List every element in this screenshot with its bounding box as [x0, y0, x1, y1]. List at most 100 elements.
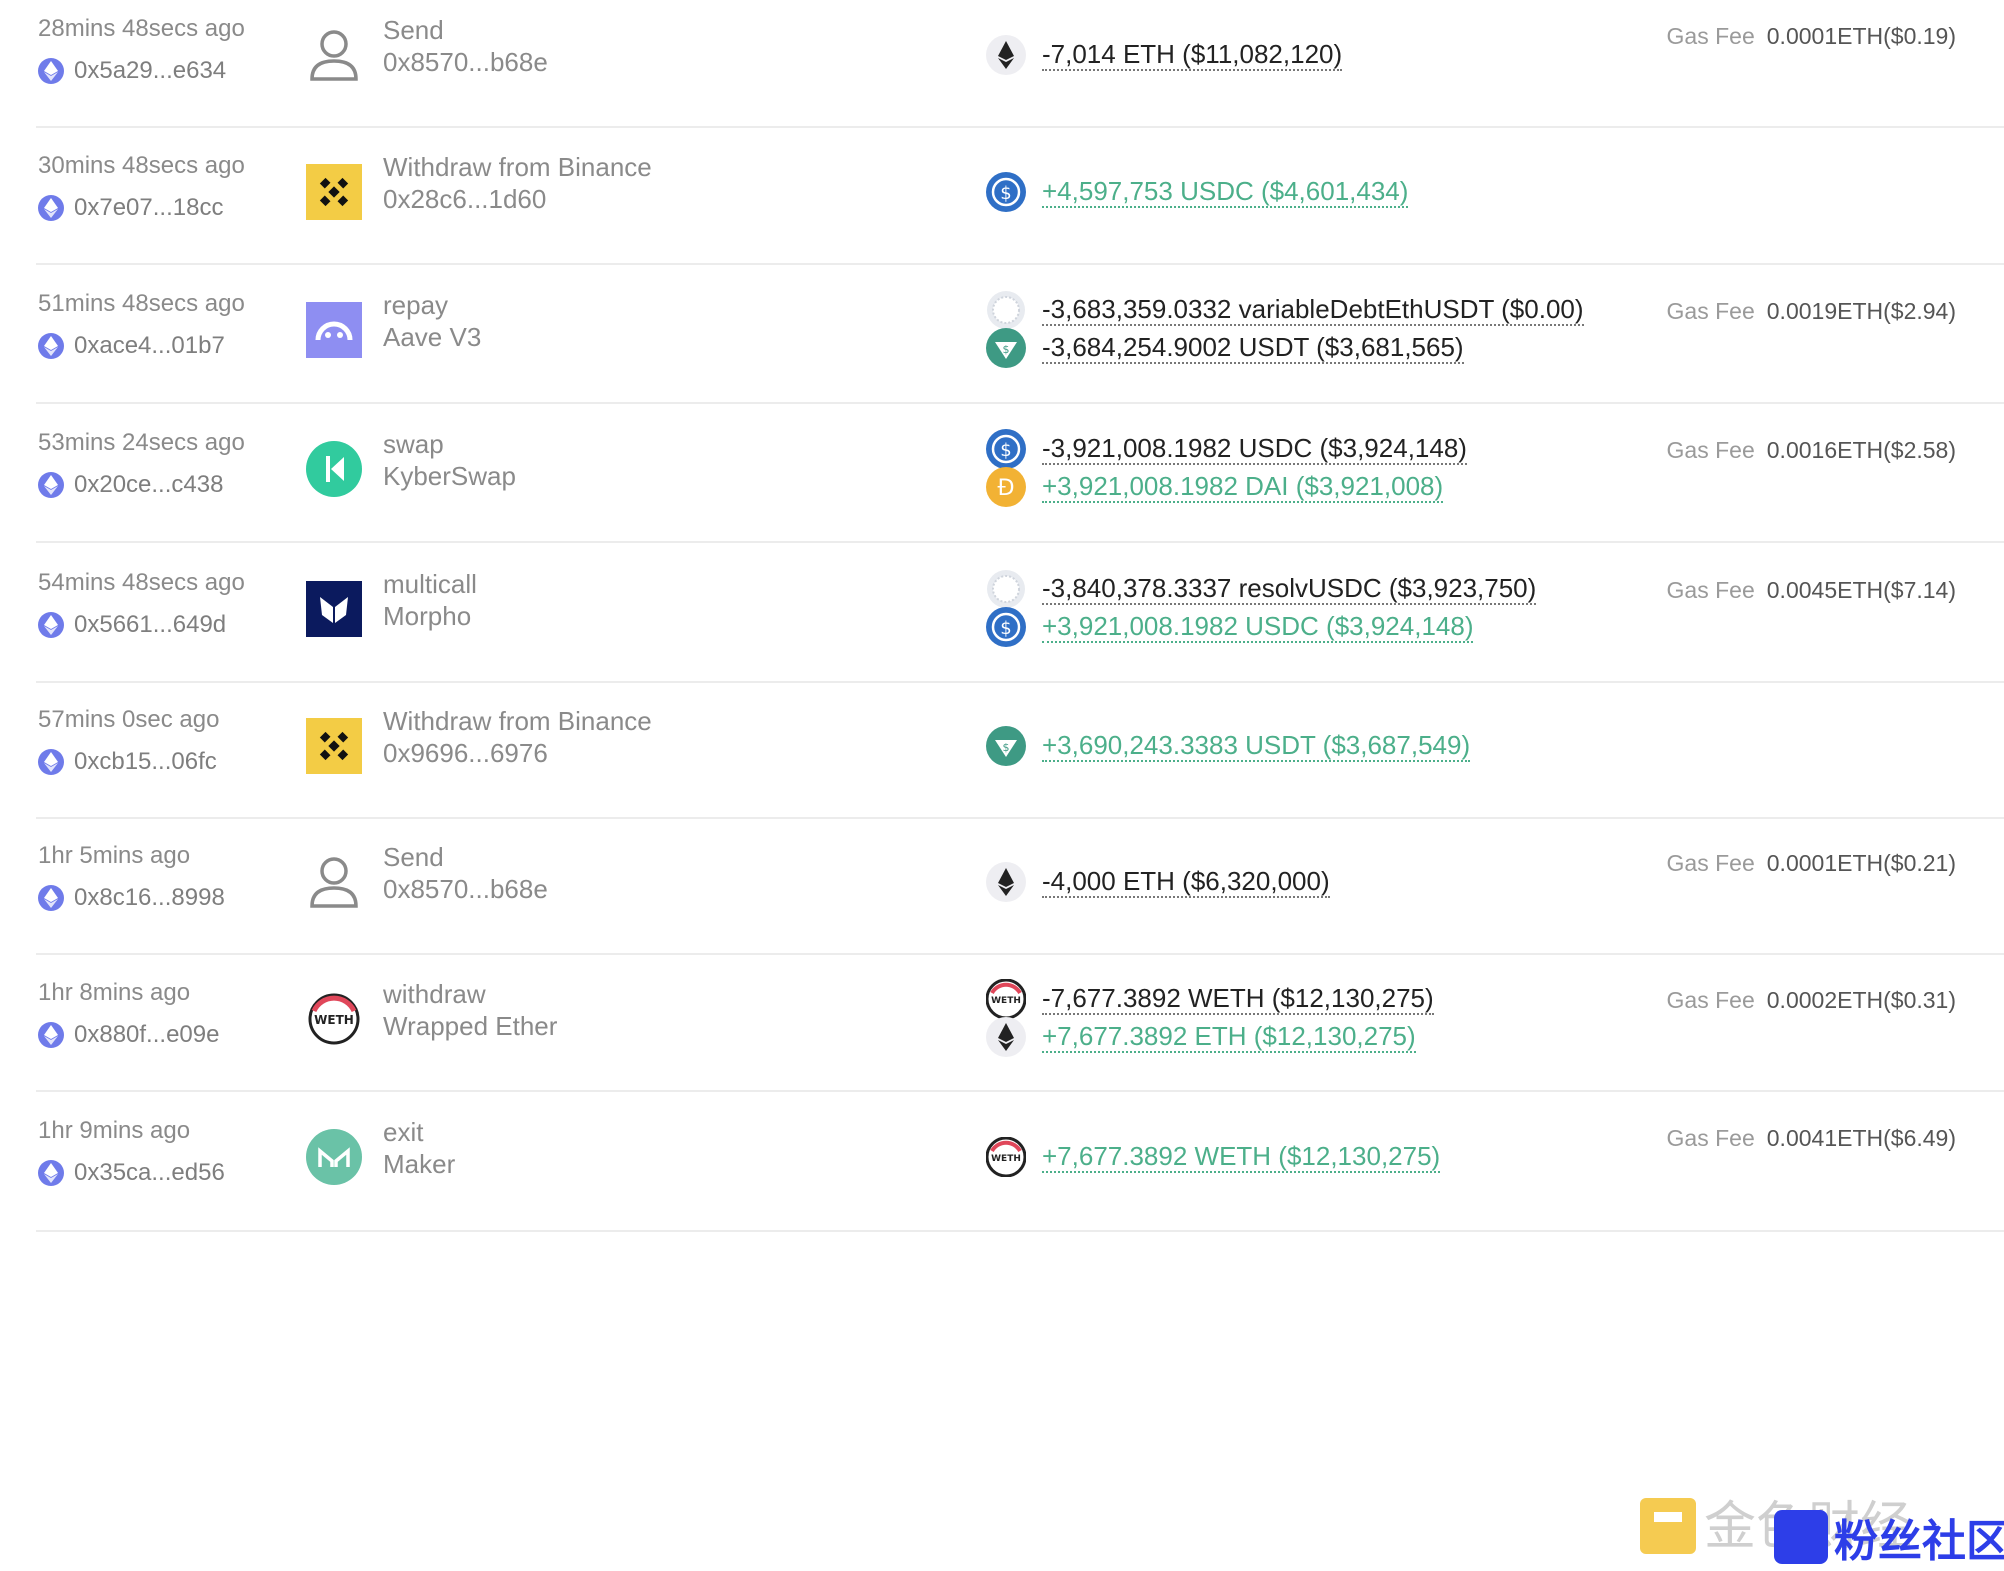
- tx-time: 1hr 5mins ago: [38, 842, 191, 869]
- tx-hash[interactable]: 0x880f...e09e: [74, 1021, 219, 1049]
- ethereum-chain-icon: [38, 885, 64, 911]
- asset-change[interactable]: $ +4,597,753 USDC ($4,601,434): [986, 171, 1409, 212]
- asset-change[interactable]: WETH +7,677.3892 WETH ($12,130,275): [986, 1137, 1441, 1177]
- tx-counterparty[interactable]: 0x8570...b68e: [383, 874, 548, 905]
- ethereum-chain-icon: [38, 471, 64, 498]
- usdc-icon: $: [986, 171, 1026, 212]
- asset-amount[interactable]: +7,677.3892 WETH ($12,130,275): [1042, 1141, 1441, 1173]
- tx-hash[interactable]: 0x35ca...ed56: [74, 1159, 225, 1187]
- asset-change[interactable]: $ +3,690,243.3383 USDT ($3,687,549): [986, 726, 1471, 766]
- usdt-icon: $: [986, 327, 1026, 368]
- asset-change[interactable]: $ -3,684,254.9002 USDT ($3,681,565): [986, 327, 1464, 368]
- ethereum-chain-icon: [38, 1160, 64, 1186]
- transaction-row[interactable]: 51mins 48secs ago 0xace4...01b7 repay Aa…: [36, 273, 2004, 404]
- gas-fee-value: 0.0001ETH($0.21): [1766, 850, 1956, 876]
- tx-hash-link[interactable]: 0x5a29...e634: [38, 57, 226, 85]
- svg-text:$: $: [1000, 440, 1011, 461]
- asset-amount[interactable]: -3,921,008.1982 USDC ($3,924,148): [1042, 433, 1467, 465]
- tx-hash-link[interactable]: 0xcb15...06fc: [38, 748, 217, 776]
- asset-change[interactable]: $ -3,921,008.1982 USDC ($3,924,148): [986, 428, 1467, 469]
- asset-change[interactable]: WETH -7,677.3892 WETH ($12,130,275): [986, 978, 1434, 1019]
- transaction-row[interactable]: 53mins 24secs ago 0x20ce...c438 swap Kyb…: [36, 412, 2004, 543]
- tx-hash[interactable]: 0x5a29...e634: [74, 57, 226, 85]
- tx-counterparty[interactable]: Wrapped Ether: [383, 1011, 557, 1042]
- usdt-icon: $: [986, 726, 1026, 766]
- asset-change[interactable]: +7,677.3892 ETH ($12,130,275): [986, 1016, 1416, 1057]
- gas-fee-label: Gas Fee: [1666, 986, 1755, 1013]
- asset-amount[interactable]: -3,840,378.3337 resolvUSDC ($3,923,750): [1042, 573, 1537, 605]
- tx-hash[interactable]: 0x5661...649d: [74, 611, 226, 639]
- tx-time: 1hr 9mins ago: [38, 1117, 191, 1144]
- tx-time: 57mins 0sec ago: [38, 706, 220, 733]
- weth-icon: WETH: [986, 1137, 1026, 1177]
- generic-token-icon: [986, 290, 1026, 330]
- tx-hash-link[interactable]: 0xace4...01b7: [38, 332, 225, 360]
- tx-time: 53mins 24secs ago: [38, 428, 245, 456]
- eth-icon: [986, 1016, 1026, 1057]
- asset-amount[interactable]: +7,677.3892 ETH ($12,130,275): [1042, 1021, 1416, 1053]
- asset-change[interactable]: $ +3,921,008.1982 USDC ($3,924,148): [986, 606, 1474, 647]
- asset-amount[interactable]: -3,684,254.9002 USDT ($3,681,565): [1042, 332, 1464, 364]
- tx-hash-link[interactable]: 0x7e07...18cc: [38, 194, 223, 222]
- asset-change[interactable]: -7,014 ETH ($11,082,120): [986, 35, 1343, 75]
- transaction-row[interactable]: 1hr 9mins ago 0x35ca...ed56 exit Maker W…: [36, 1100, 2004, 1232]
- tx-hash-link[interactable]: 0x35ca...ed56: [38, 1159, 225, 1187]
- tx-time: 1hr 8mins ago: [38, 978, 191, 1006]
- asset-amount[interactable]: +3,921,008.1982 USDC ($3,924,148): [1042, 611, 1474, 643]
- tx-counterparty[interactable]: Aave V3: [383, 322, 481, 353]
- transaction-row[interactable]: 28mins 48secs ago 0x5a29...e634 Send 0x8…: [36, 0, 2004, 128]
- tx-hash-link[interactable]: 0x5661...649d: [38, 611, 226, 639]
- tx-counterparty[interactable]: 0x8570...b68e: [383, 47, 548, 78]
- tx-hash[interactable]: 0x20ce...c438: [74, 471, 223, 499]
- tx-counterparty[interactable]: 0x28c6...1d60: [383, 184, 546, 215]
- asset-change[interactable]: -3,683,359.0332 variableDebtEthUSDT ($0.…: [986, 290, 1584, 330]
- transaction-row[interactable]: 1hr 5mins ago 0x8c16...8998 Send 0x8570.…: [36, 827, 2004, 955]
- asset-amount[interactable]: -7,014 ETH ($11,082,120): [1042, 39, 1343, 71]
- tx-hash-link[interactable]: 0x880f...e09e: [38, 1021, 219, 1049]
- ethereum-chain-icon: [38, 1021, 64, 1048]
- tx-counterparty[interactable]: Maker: [383, 1149, 455, 1180]
- asset-change[interactable]: -4,000 ETH ($6,320,000): [986, 862, 1330, 902]
- asset-amount[interactable]: -3,683,359.0332 variableDebtEthUSDT ($0.…: [1042, 294, 1584, 326]
- tx-hash[interactable]: 0x7e07...18cc: [74, 194, 223, 222]
- tx-action: exit: [383, 1117, 424, 1147]
- tx-hash[interactable]: 0xace4...01b7: [74, 332, 225, 360]
- asset-change[interactable]: Đ +3,921,008.1982 DAI ($3,921,008): [986, 466, 1444, 507]
- usdc-icon: $: [986, 428, 1026, 469]
- dai-icon: Đ: [986, 466, 1026, 507]
- tx-time: 28mins 48secs ago: [38, 15, 245, 42]
- asset-amount[interactable]: +4,597,753 USDC ($4,601,434): [1042, 176, 1409, 208]
- tx-hash-link[interactable]: 0x20ce...c438: [38, 471, 223, 499]
- tx-counterparty[interactable]: Morpho: [383, 601, 471, 632]
- tx-counterparty[interactable]: 0x9696...6976: [383, 738, 548, 769]
- asset-change[interactable]: -3,840,378.3337 resolvUSDC ($3,923,750): [986, 569, 1537, 609]
- asset-amount[interactable]: +3,690,243.3383 USDT ($3,687,549): [1042, 730, 1471, 762]
- weth-icon: WETH: [306, 991, 362, 1047]
- aave-icon: [306, 301, 362, 358]
- transaction-row[interactable]: 1hr 8mins ago 0x880f...e09e WETH withdra…: [36, 963, 2004, 1092]
- tx-action: Send: [383, 15, 444, 45]
- transaction-row[interactable]: 54mins 48secs ago 0x5661...649d multical…: [36, 552, 2004, 683]
- ethereum-chain-icon: [38, 194, 64, 221]
- ethereum-chain-icon: [38, 749, 64, 775]
- binance-icon: [306, 718, 362, 774]
- svg-text:WETH: WETH: [991, 1154, 1021, 1164]
- svg-text:$: $: [1000, 183, 1011, 204]
- asset-amount[interactable]: -7,677.3892 WETH ($12,130,275): [1042, 983, 1434, 1015]
- binance-icon: [306, 163, 362, 220]
- tx-hash[interactable]: 0x8c16...8998: [74, 884, 225, 912]
- asset-amount[interactable]: -4,000 ETH ($6,320,000): [1042, 866, 1330, 898]
- tx-hash-link[interactable]: 0x8c16...8998: [38, 884, 225, 912]
- asset-amount[interactable]: +3,921,008.1982 DAI ($3,921,008): [1042, 471, 1444, 503]
- gas-fee-value: 0.0041ETH($6.49): [1766, 1125, 1956, 1151]
- eth-icon: [986, 862, 1026, 902]
- gas-fee-label: Gas Fee: [1666, 850, 1755, 876]
- transaction-row[interactable]: 30mins 48secs ago 0x7e07...18cc Withdraw…: [36, 136, 2004, 265]
- gas-fee: Gas Fee 0.0045ETH($7.14): [1667, 577, 1956, 604]
- transaction-row[interactable]: 57mins 0sec ago 0xcb15...06fc Withdraw f…: [36, 691, 2004, 819]
- weth-icon: WETH: [986, 978, 1026, 1019]
- svg-text:$: $: [1000, 618, 1011, 639]
- tx-action: multicall: [383, 568, 477, 599]
- tx-counterparty[interactable]: KyberSwap: [383, 461, 516, 492]
- tx-hash[interactable]: 0xcb15...06fc: [74, 748, 217, 776]
